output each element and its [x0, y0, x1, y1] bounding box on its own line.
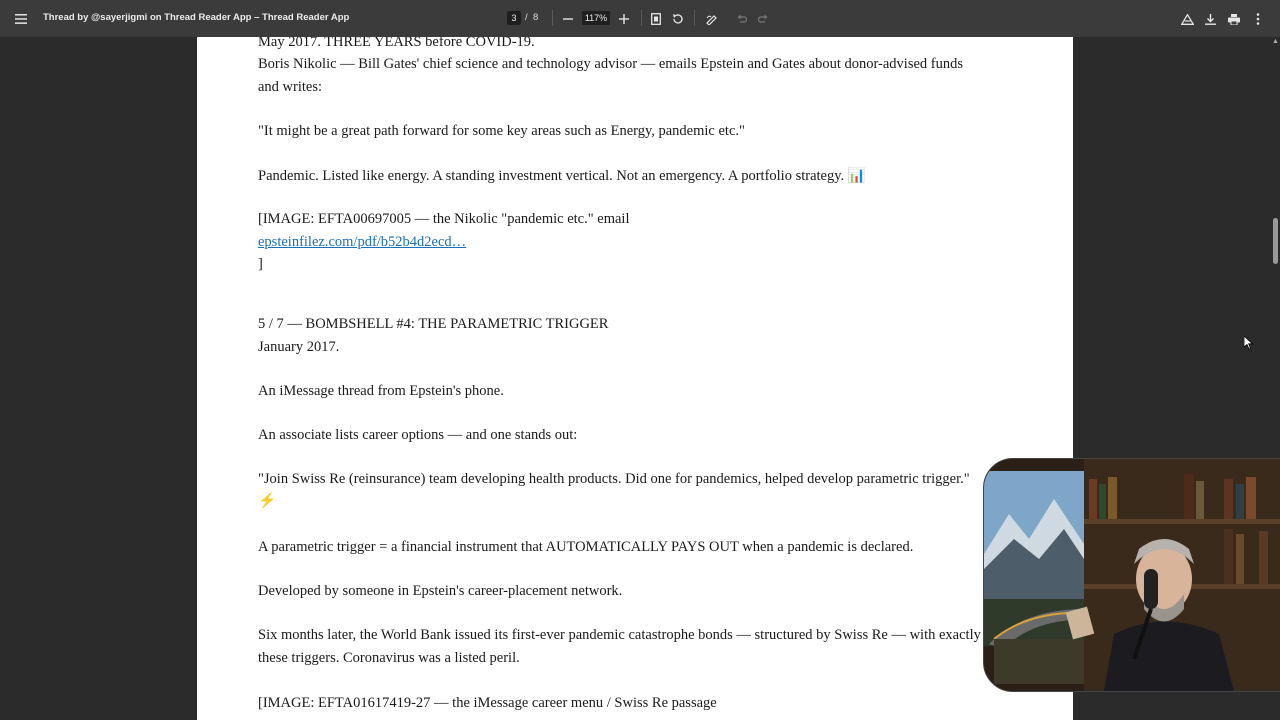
quote-line: "Join Swiss Re (reinsurance) team develo…	[258, 471, 970, 487]
fit-page-icon[interactable]	[646, 9, 666, 29]
text-line: Developed by someone in Epstein's career…	[258, 583, 623, 599]
text-line: Boris Nikolic — Bill Gates' chief scienc…	[258, 56, 964, 72]
page-separator: /	[525, 12, 528, 23]
section-heading: 5 / 7 — BOMBSHELL #4: THE PARAMETRIC TRI…	[258, 316, 609, 332]
pdf-page: May 2017. THREE YEARS before COVID-19. B…	[197, 37, 1073, 720]
text-line: ]	[258, 256, 263, 272]
undo-icon[interactable]	[732, 9, 752, 29]
pdf-toolbar: Thread by @sayerjigmi on Thread Reader A…	[0, 0, 1280, 37]
mouse-cursor-icon	[1244, 336, 1254, 350]
scroll-up-icon[interactable]: ▲	[1271, 38, 1280, 46]
page-total: 8	[533, 12, 539, 23]
toolbar-divider	[641, 10, 642, 26]
scrollbar-thumb[interactable]	[1273, 218, 1278, 264]
text-line: A parametric trigger = a financial instr…	[258, 539, 914, 555]
rotate-icon[interactable]	[668, 9, 688, 29]
pdf-link[interactable]: epsteinfilez.com/pdf/b52b4d2ecd…	[258, 234, 466, 251]
text-line: An iMessage thread from Epstein's phone.	[258, 383, 504, 399]
document-title: Thread by @sayerjigmi on Thread Reader A…	[43, 12, 350, 23]
quote-line: "It might be a great path forward for so…	[258, 123, 745, 139]
page-number-input[interactable]: 3	[507, 11, 521, 25]
toolbar-divider	[552, 10, 553, 26]
text-line: Six months later, the World Bank issued …	[258, 627, 981, 643]
webcam-overlay	[983, 458, 1280, 692]
lightning-emoji: ⚡	[258, 493, 277, 509]
text-line: An associate lists career options — and …	[258, 427, 578, 443]
drive-icon[interactable]	[1177, 9, 1197, 29]
text-line: and writes:	[258, 79, 323, 95]
text-line: May 2017. THREE YEARS before COVID-19.	[258, 37, 535, 50]
text-line: Pandemic. Listed like energy. A standing…	[258, 168, 866, 184]
toolbar-divider	[694, 10, 695, 26]
download-icon[interactable]	[1200, 9, 1220, 29]
redo-icon[interactable]	[753, 9, 773, 29]
image-placeholder-line: [IMAGE: EFTA00697005 — the Nikolic "pand…	[258, 211, 630, 227]
image-placeholder-line: [IMAGE: EFTA01617419-27 — the iMessage c…	[258, 695, 717, 711]
text-line: these triggers. Coronavirus was a listed…	[258, 650, 520, 666]
menu-icon[interactable]	[11, 9, 31, 29]
webcam-video-image	[984, 459, 1280, 691]
zoom-in-icon[interactable]	[614, 9, 634, 29]
zoom-out-icon[interactable]	[558, 9, 578, 29]
more-icon[interactable]	[1248, 9, 1268, 29]
text-line: January 2017.	[258, 339, 340, 355]
print-icon[interactable]	[1224, 9, 1244, 29]
draw-icon[interactable]	[702, 9, 722, 29]
zoom-input[interactable]: 117%	[582, 11, 610, 25]
